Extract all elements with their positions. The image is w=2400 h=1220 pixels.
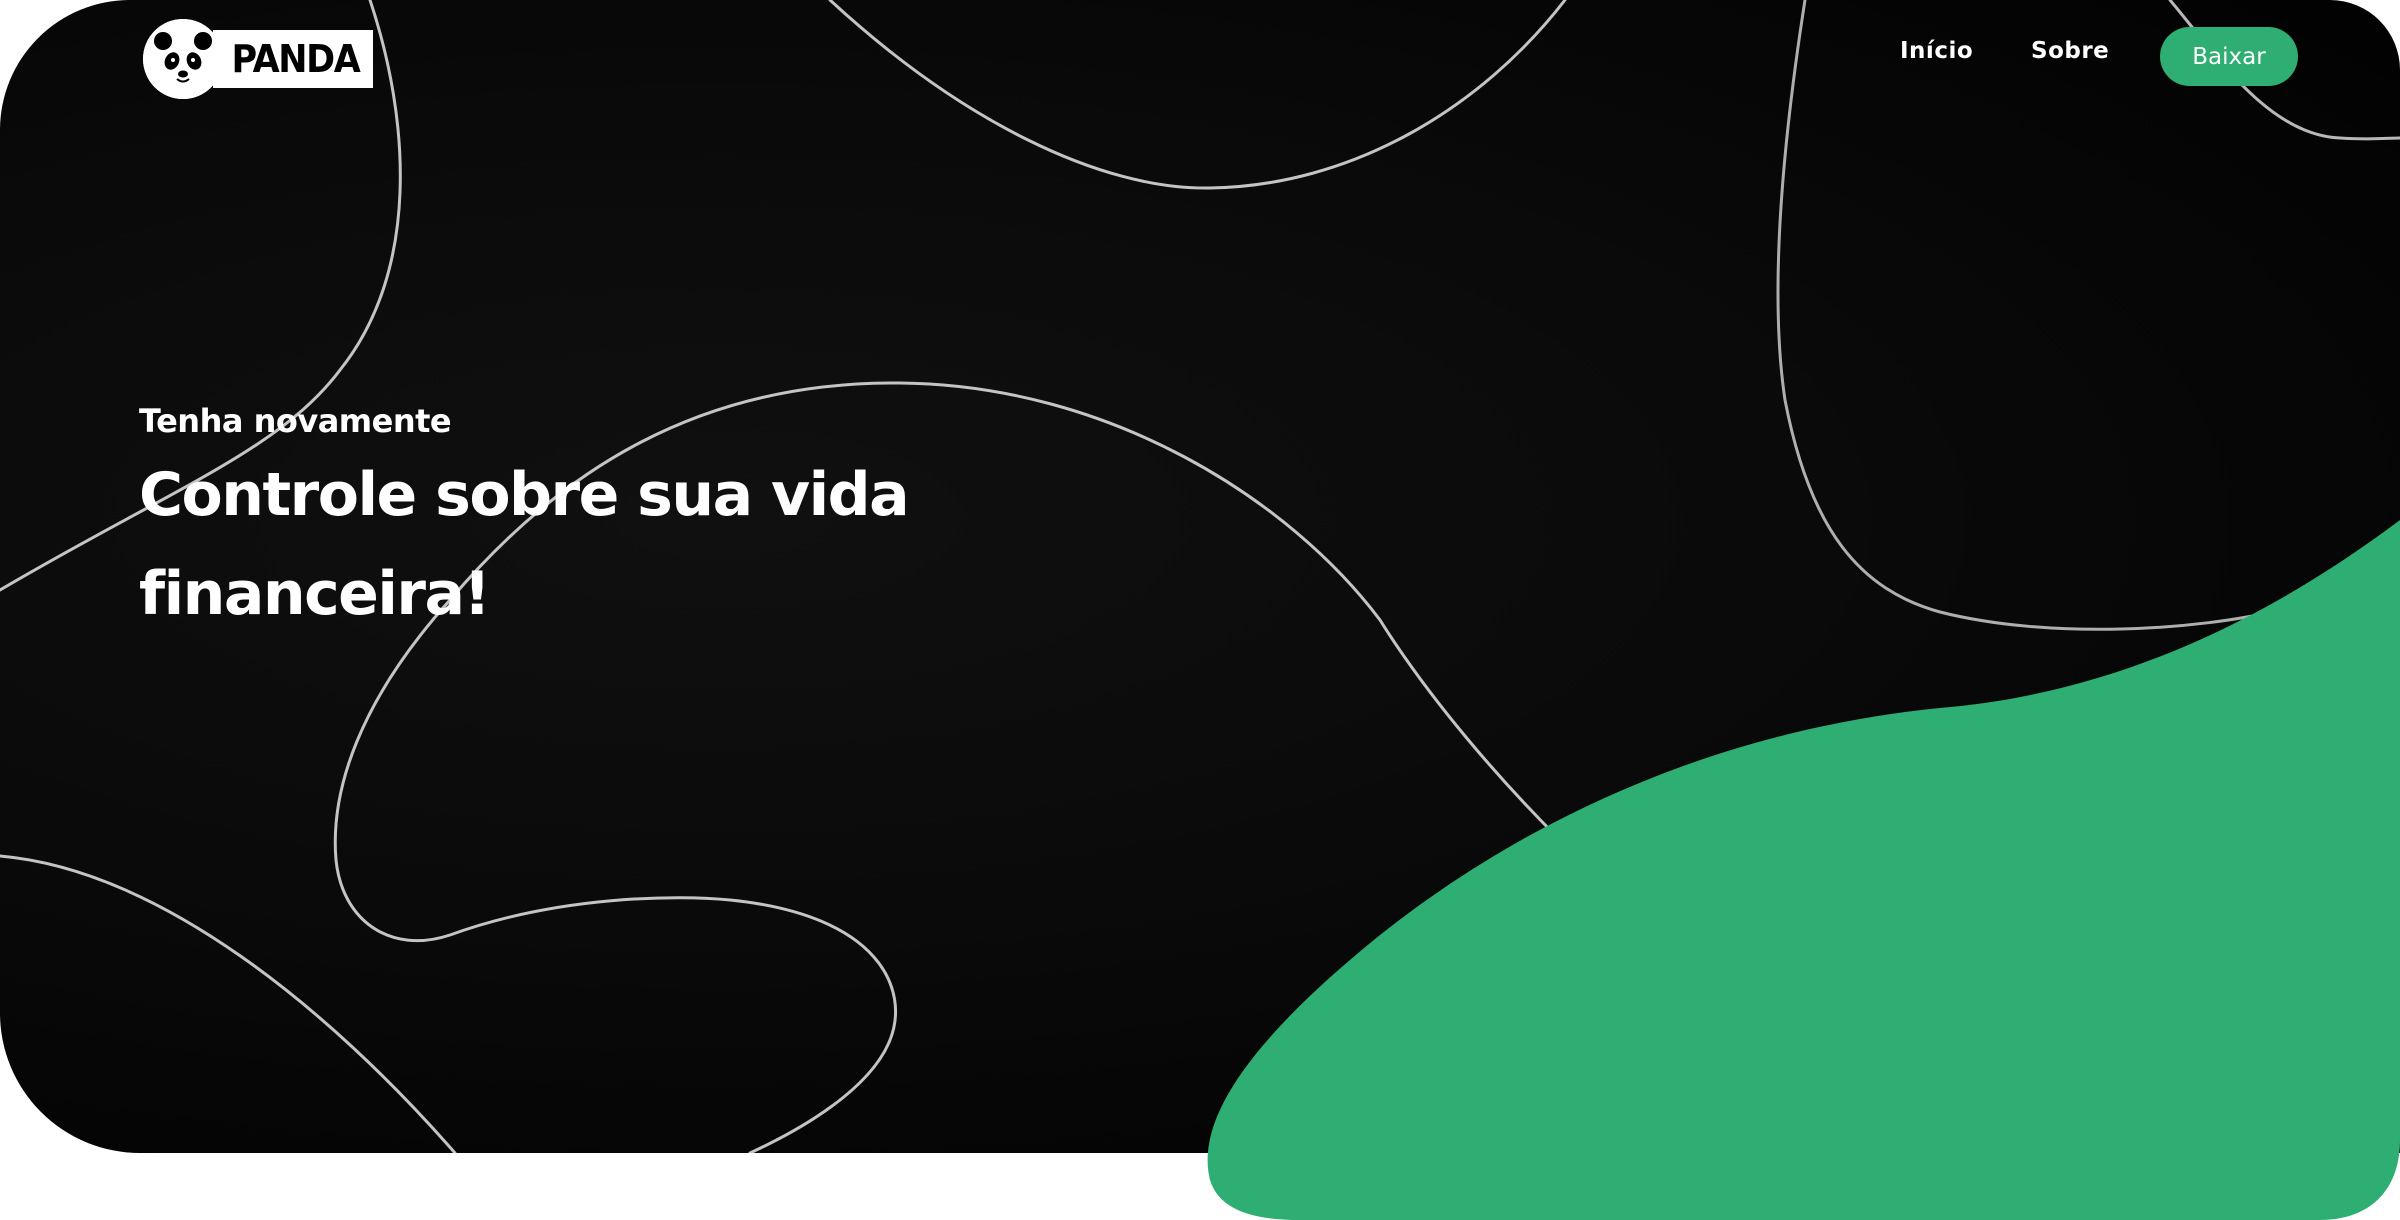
hero-title: Controle sobre sua vida financeira!	[139, 460, 910, 629]
download-button[interactable]: Baixar	[2160, 27, 2298, 86]
brand-name: PANDA	[232, 37, 361, 81]
nav-link-sobre[interactable]: Sobre	[2031, 38, 2109, 64]
top-navigation: PANDA Início Sobre Baixar	[0, 0, 2400, 120]
brand-name-box: PANDA	[213, 30, 373, 88]
brand-logo[interactable]: PANDA	[143, 18, 373, 100]
hero-headline: Tenha novamente Controle sobre sua vida …	[139, 398, 1139, 644]
hero-subtitle: Tenha novamente	[139, 402, 452, 440]
panda-face-icon	[143, 19, 223, 99]
nav-link-inicio[interactable]: Início	[1900, 38, 1973, 64]
page: PANDA Início Sobre Baixar Tenha novament…	[0, 0, 2400, 1220]
